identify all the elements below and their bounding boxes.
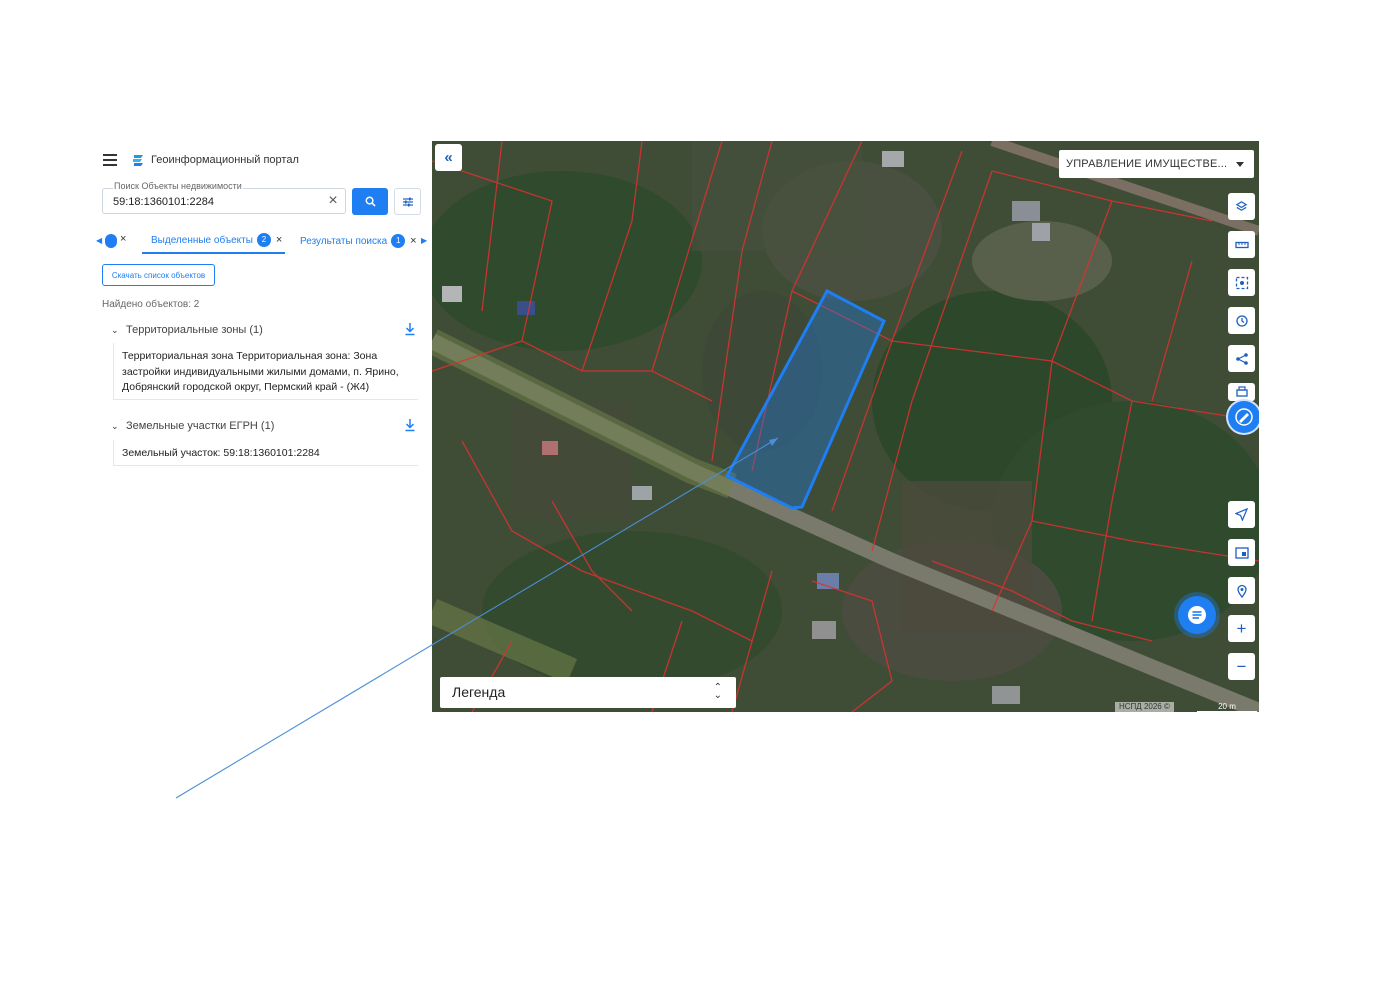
- chevron-down-icon: ⌄: [111, 324, 119, 335]
- search-button[interactable]: [352, 188, 388, 215]
- tab-search-results[interactable]: Результаты поиска 1 ×: [300, 228, 417, 254]
- tabs-scroll-left-icon[interactable]: ◀: [96, 236, 102, 245]
- layer-select[interactable]: УПРАВЛЕНИЕ ИМУЩЕСТВЕ...: [1059, 150, 1254, 178]
- chevron-down-icon: ⌄: [111, 420, 119, 431]
- tab-count-badge: 1: [391, 234, 406, 248]
- print-icon: [1235, 386, 1248, 397]
- search-label: Поиск Объекты недвижимости: [113, 181, 243, 191]
- group-title: Территориальные зоны (1): [126, 324, 263, 336]
- legend-select[interactable]: Легенда ⌃ ⌄: [440, 677, 736, 708]
- up-down-chevron-icon: ⌃ ⌄: [713, 682, 722, 701]
- tab-close-icon[interactable]: ×: [410, 235, 416, 247]
- result-tabs: ◀ × Выделенные объекты 2 × Результаты по…: [95, 228, 430, 254]
- minus-icon: −: [1236, 656, 1247, 676]
- clear-search-icon[interactable]: ×: [326, 193, 340, 209]
- header: Геоинформационный портал: [103, 150, 299, 170]
- hidden-tab-badge[interactable]: [105, 234, 117, 248]
- portal-title: Геоинформационный портал: [151, 154, 299, 166]
- map-attribution: НСПД 2026 ©: [1115, 702, 1174, 712]
- ruler-button[interactable]: [1228, 231, 1255, 258]
- group-header-parcels[interactable]: ⌄ Земельные участки ЕГРН (1): [111, 418, 416, 434]
- map-edit-fab[interactable]: [1228, 401, 1259, 433]
- download-icon[interactable]: [404, 322, 416, 336]
- hidden-tab-close-icon[interactable]: ×: [120, 233, 126, 245]
- filter-sliders-icon: [402, 197, 413, 206]
- zoom-out-button[interactable]: −: [1228, 653, 1255, 680]
- layers-icon: [1235, 201, 1248, 211]
- download-icon[interactable]: [404, 418, 416, 432]
- search-panel: Геоинформационный портал Поиск Объекты н…: [95, 140, 430, 485]
- plus-icon: +: [1236, 618, 1247, 638]
- group-header-zones[interactable]: ⌄ Территориальные зоны (1): [111, 322, 416, 338]
- tab-count-badge: 2: [256, 233, 271, 247]
- satellite-imagery: [432, 141, 1259, 712]
- map-view[interactable]: « УПРАВЛЕНИЕ ИМУЩЕСТВЕ... + − Легенда ⌃ ⌄: [432, 141, 1259, 712]
- print-button[interactable]: [1228, 383, 1255, 401]
- location-search-icon: [1236, 584, 1247, 598]
- group-item-parcel[interactable]: Земельный участок: 59:18:1360101:2284: [113, 440, 418, 466]
- collapse-panel-button[interactable]: «: [435, 144, 462, 171]
- history-button[interactable]: [1228, 307, 1255, 334]
- area-select-button[interactable]: [1228, 269, 1255, 296]
- locate-button[interactable]: [1228, 501, 1255, 528]
- zoom-in-button[interactable]: +: [1228, 615, 1255, 642]
- tab-selected-objects[interactable]: Выделенные объекты 2 ×: [142, 228, 285, 254]
- download-list-button[interactable]: Скачать список объектов: [102, 264, 215, 286]
- minimap-icon: [1234, 546, 1249, 559]
- history-icon: [1235, 314, 1248, 327]
- share-button[interactable]: [1228, 345, 1255, 372]
- layers-button[interactable]: [1228, 193, 1255, 220]
- navigation-arrow-icon: [1235, 508, 1248, 521]
- chat-button[interactable]: [1178, 596, 1216, 634]
- search-icon: [365, 196, 376, 207]
- tab-close-icon[interactable]: ×: [276, 234, 282, 246]
- menu-icon[interactable]: [103, 154, 117, 166]
- scale-bar: 20 m: [1197, 702, 1257, 712]
- share-icon: [1235, 352, 1248, 365]
- minimap-button[interactable]: [1228, 539, 1255, 566]
- tabs-scroll-right-icon[interactable]: ▶: [421, 236, 427, 245]
- geo-search-button[interactable]: [1228, 577, 1255, 604]
- chat-icon: [1188, 606, 1206, 624]
- found-count: Найдено объектов: 2: [102, 299, 200, 310]
- portal-logo-icon: [133, 155, 143, 166]
- filter-button[interactable]: [394, 188, 421, 215]
- map-pencil-icon: [1235, 408, 1253, 426]
- ruler-icon: [1234, 241, 1249, 248]
- area-select-icon: [1235, 276, 1248, 289]
- search-field[interactable]: Поиск Объекты недвижимости 59:18:1360101…: [102, 181, 346, 214]
- group-item-zone[interactable]: Территориальная зона Территориальная зон…: [113, 343, 418, 400]
- search-input[interactable]: 59:18:1360101:2284: [113, 196, 214, 208]
- group-title: Земельные участки ЕГРН (1): [126, 420, 275, 432]
- caret-down-icon: [1236, 162, 1244, 167]
